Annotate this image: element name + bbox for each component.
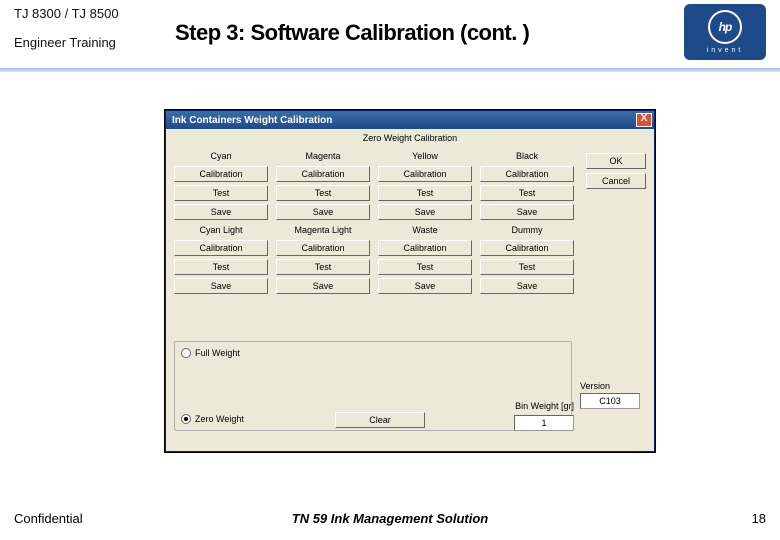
hp-logo-sub: invent [707, 47, 744, 54]
col-head-dummy: Dummy [480, 223, 574, 237]
footer-confidential: Confidential [14, 511, 83, 526]
radio-icon [181, 414, 191, 424]
col-head-yellow: Yellow [378, 149, 472, 163]
dummy-calibration-button[interactable]: Calibration [480, 240, 574, 256]
zero-weight-radio[interactable]: Zero Weight [181, 414, 244, 424]
color-columns: Cyan Calibration Test Save Cyan Light Ca… [174, 149, 574, 294]
radio-icon [181, 348, 191, 358]
magenta-save-button[interactable]: Save [276, 204, 370, 220]
weight-mode-group: Full Weight Zero Weight Clear [174, 341, 572, 431]
magenta-light-test-button[interactable]: Test [276, 259, 370, 275]
magenta-light-calibration-button[interactable]: Calibration [276, 240, 370, 256]
col-head-black: Black [480, 149, 574, 163]
clear-button[interactable]: Clear [335, 412, 425, 428]
black-test-button[interactable]: Test [480, 185, 574, 201]
full-weight-label: Full Weight [195, 348, 240, 358]
col-head-magenta: Magenta [276, 149, 370, 163]
bin-weight-label: Bin Weight [gr] [515, 401, 574, 411]
magenta-calibration-button[interactable]: Calibration [276, 166, 370, 182]
cyan-light-save-button[interactable]: Save [174, 278, 268, 294]
yellow-save-button[interactable]: Save [378, 204, 472, 220]
version-label: Version [580, 381, 646, 391]
dummy-save-button[interactable]: Save [480, 278, 574, 294]
cyan-light-calibration-button[interactable]: Calibration [174, 240, 268, 256]
magenta-test-button[interactable]: Test [276, 185, 370, 201]
header-divider [0, 68, 780, 72]
yellow-calibration-button[interactable]: Calibration [378, 166, 472, 182]
cancel-button[interactable]: Cancel [586, 173, 646, 189]
cyan-test-button[interactable]: Test [174, 185, 268, 201]
footer-title: TN 59 Ink Management Solution [0, 511, 780, 526]
cyan-save-button[interactable]: Save [174, 204, 268, 220]
full-weight-radio[interactable]: Full Weight [181, 348, 240, 358]
version-value: C103 [580, 393, 640, 409]
dummy-test-button[interactable]: Test [480, 259, 574, 275]
page-number: 18 [752, 511, 766, 526]
calibration-window: Ink Containers Weight Calibration X Zero… [165, 110, 655, 452]
zero-weight-label: Zero Weight [195, 414, 244, 424]
window-title: Ink Containers Weight Calibration [172, 115, 332, 126]
ok-button[interactable]: OK [586, 153, 646, 169]
black-save-button[interactable]: Save [480, 204, 574, 220]
cyan-calibration-button[interactable]: Calibration [174, 166, 268, 182]
col-head-cyan-light: Cyan Light [174, 223, 268, 237]
header-subtitle: Engineer Training [14, 35, 119, 50]
page-title: Step 3: Software Calibration (cont. ) [175, 20, 529, 46]
yellow-test-button[interactable]: Test [378, 185, 472, 201]
product-code: TJ 8300 / TJ 8500 [14, 6, 119, 21]
waste-save-button[interactable]: Save [378, 278, 472, 294]
close-icon[interactable]: X [636, 113, 652, 127]
col-head-magenta-light: Magenta Light [276, 223, 370, 237]
cyan-light-test-button[interactable]: Test [174, 259, 268, 275]
black-calibration-button[interactable]: Calibration [480, 166, 574, 182]
hp-logo-text: hp [708, 10, 742, 44]
window-subtitle: Zero Weight Calibration [166, 129, 654, 145]
window-titlebar: Ink Containers Weight Calibration X [166, 111, 654, 129]
hp-logo: hp invent [684, 4, 766, 60]
col-head-cyan: Cyan [174, 149, 268, 163]
magenta-light-save-button[interactable]: Save [276, 278, 370, 294]
waste-test-button[interactable]: Test [378, 259, 472, 275]
waste-calibration-button[interactable]: Calibration [378, 240, 472, 256]
col-head-waste: Waste [378, 223, 472, 237]
bin-weight-value: 1 [514, 415, 574, 431]
